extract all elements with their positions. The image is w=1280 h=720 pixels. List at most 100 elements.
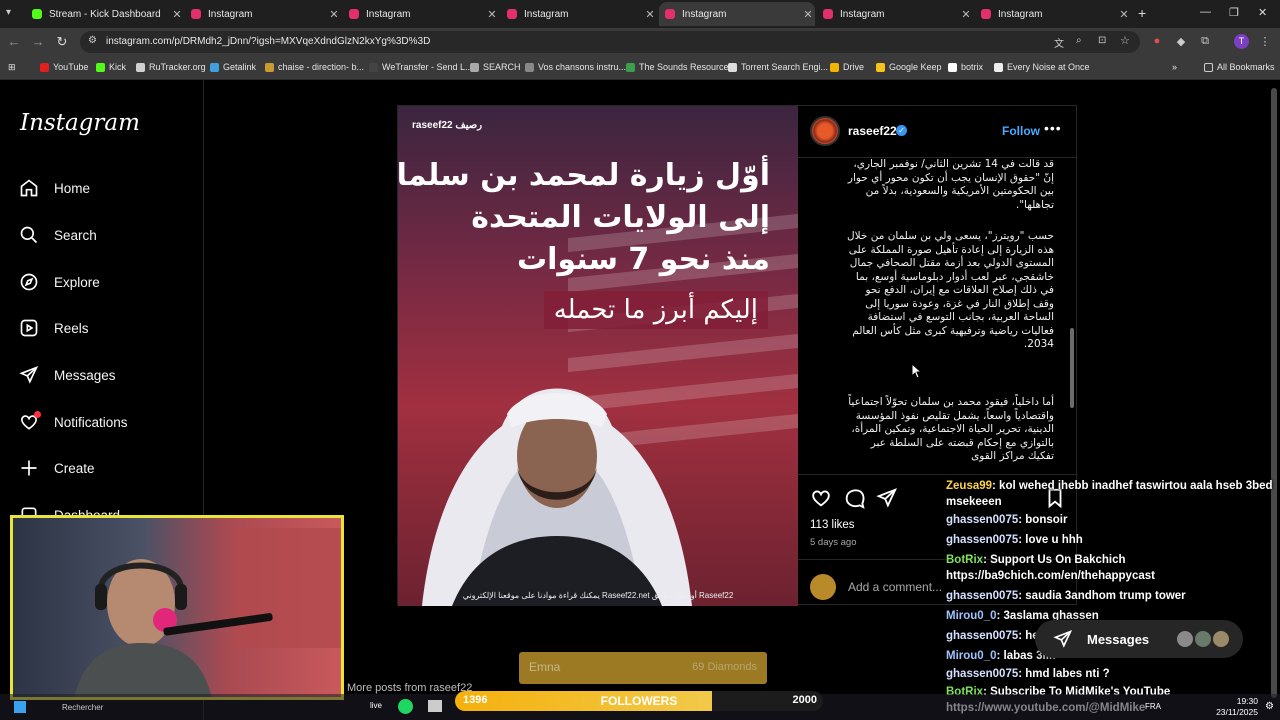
bookmark-chansons[interactable]: Vos chansons instru... xyxy=(525,62,626,72)
browser-menu-icon[interactable]: ⋮ xyxy=(1258,35,1272,48)
bookmark-torrent-search[interactable]: Torrent Search Engi... xyxy=(728,62,828,72)
chat-username[interactable]: ghassen0075 xyxy=(946,630,1018,642)
install-app-icon[interactable]: ⊡ xyxy=(1098,35,1106,46)
more-posts-heading[interactable]: More posts from raseef22 xyxy=(347,682,472,694)
system-clock[interactable]: 19:30 23/11/2025 xyxy=(1216,696,1258,718)
caption-scrollbar-thumb[interactable] xyxy=(1070,328,1074,408)
music-icon xyxy=(525,62,534,72)
new-tab-button[interactable]: + xyxy=(1138,5,1146,21)
chat-username[interactable]: BotRix xyxy=(946,554,983,566)
close-tab-icon[interactable]: ✕ xyxy=(485,8,499,21)
nav-search[interactable]: Search xyxy=(18,222,97,248)
forward-arrow-icon[interactable]: → xyxy=(30,34,46,49)
bookmark-every-noise[interactable]: Every Noise at Once xyxy=(994,62,1090,72)
url-text[interactable]: instagram.com/p/DRMdh2_jDnn/?igsh=MXVqeX… xyxy=(106,36,430,47)
close-tab-icon[interactable]: ✕ xyxy=(801,8,815,21)
nav-reels[interactable]: Reels xyxy=(18,315,89,341)
apps-grid-icon[interactable]: ⊞ xyxy=(8,62,16,73)
bookmark-wetransfer[interactable]: WeTransfer - Send L... xyxy=(369,62,473,72)
nav-explore[interactable]: Explore xyxy=(18,269,100,295)
nav-home[interactable]: Home xyxy=(18,175,90,201)
spotify-icon[interactable] xyxy=(398,699,413,714)
likes-count[interactable]: 113 likes xyxy=(810,519,855,531)
close-tab-icon[interactable]: ✕ xyxy=(1117,8,1131,21)
share-plane-icon[interactable] xyxy=(876,487,898,509)
bookmark-drive[interactable]: Drive xyxy=(830,62,864,72)
chat-username[interactable]: Zeusa99 xyxy=(946,480,992,492)
extension-record-icon[interactable]: ● xyxy=(1150,35,1164,47)
taskbar-app-icon[interactable] xyxy=(428,700,442,712)
tab-instagram-2[interactable]: Instagram ✕ xyxy=(343,2,499,26)
bookmarks-overflow-icon[interactable]: » xyxy=(1172,62,1177,72)
bookmark-chaise[interactable]: chaise - direction- b... xyxy=(265,62,364,72)
author-avatar[interactable] xyxy=(810,116,840,146)
windows-start-icon[interactable] xyxy=(14,701,26,713)
maximize-button[interactable]: ❐ xyxy=(1229,6,1239,19)
tab-instagram-5[interactable]: Instagram ✕ xyxy=(817,2,973,26)
chat-username[interactable]: ghassen0075 xyxy=(946,534,1018,546)
youtube-icon xyxy=(40,62,49,72)
caption-scrollbar[interactable] xyxy=(1068,158,1076,474)
caption-scroll-area[interactable]: قد قالت في 14 تشرين الثاني/ نوفمبر الجار… xyxy=(798,158,1078,474)
chat-username[interactable]: Mirou0_0 xyxy=(946,650,997,662)
zoom-icon[interactable]: ⌕ xyxy=(1076,35,1082,46)
bookmark-rutracker[interactable]: RuTracker.org xyxy=(136,62,206,72)
bookmark-star-icon[interactable]: ☆ xyxy=(1120,34,1130,47)
settings-gear-icon[interactable]: ⚙ xyxy=(1265,701,1274,712)
translate-icon[interactable]: 文 xyxy=(1054,35,1064,50)
chat-username[interactable]: ghassen0075 xyxy=(946,590,1018,602)
bookmark-search[interactable]: SEARCH xyxy=(470,62,521,72)
close-window-button[interactable]: ✕ xyxy=(1258,6,1267,19)
taskbar-search[interactable]: Rechercher xyxy=(62,703,103,712)
close-tab-icon[interactable]: ✕ xyxy=(327,8,341,21)
bookmark-youtube[interactable]: YouTube xyxy=(40,62,88,72)
profile-avatar[interactable]: T xyxy=(1234,34,1249,49)
keep-icon xyxy=(876,62,885,72)
tab-kick-dashboard[interactable]: Stream - Kick Dashboard ✕ xyxy=(26,2,184,26)
all-bookmarks-button[interactable]: All Bookmarks xyxy=(1204,62,1275,72)
tab-instagram-6[interactable]: Instagram ✕ xyxy=(975,2,1131,26)
image-headline-line-3: منذ نحو 7 سنوات xyxy=(516,242,770,277)
bookmark-botrix[interactable]: botrix xyxy=(948,62,983,72)
like-heart-icon[interactable] xyxy=(810,487,832,509)
viewer-avatar xyxy=(810,574,836,600)
tab-search-icon[interactable]: ▾ xyxy=(6,7,11,18)
nav-notifications[interactable]: Notifications xyxy=(18,409,128,435)
bookmark-google-keep[interactable]: Google Keep xyxy=(876,62,942,72)
chaise-icon xyxy=(265,62,274,72)
tab-instagram-3[interactable]: Instagram ✕ xyxy=(501,2,657,26)
bookmark-getalink[interactable]: Getalink xyxy=(210,62,256,72)
bookmark-kick[interactable]: Kick xyxy=(96,62,126,72)
minimize-button[interactable]: — xyxy=(1200,6,1211,18)
post-image[interactable]: raseef22 رصيف أوّل زيارة لمحمد بن سلمان … xyxy=(398,106,798,606)
author-username[interactable]: raseef22 xyxy=(848,124,897,138)
messages-dock[interactable]: Messages xyxy=(1035,620,1243,658)
keyboard-language[interactable]: FRA xyxy=(1145,702,1161,711)
address-bar[interactable]: ⚙ instagram.com/p/DRMdh2_jDnn/?igsh=MXVq… xyxy=(80,31,1140,53)
nav-create[interactable]: Create xyxy=(18,455,95,481)
instagram-logo[interactable]: Instagram xyxy=(20,110,140,136)
chat-username[interactable]: ghassen0075 xyxy=(946,668,1018,680)
reels-icon xyxy=(18,317,40,339)
more-options-icon[interactable]: ••• xyxy=(1044,120,1062,136)
nav-messages[interactable]: Messages xyxy=(18,362,116,388)
close-tab-icon[interactable]: ✕ xyxy=(959,8,973,21)
site-info-icon[interactable]: ⚙ xyxy=(88,35,97,46)
chat-username[interactable]: Mirou0_0 xyxy=(946,610,997,622)
close-tab-icon[interactable]: ✕ xyxy=(170,8,184,21)
chat-username[interactable]: ghassen0075 xyxy=(946,514,1018,526)
post-timestamp: 5 days ago xyxy=(810,537,857,548)
extension-icon[interactable]: ◆ xyxy=(1174,35,1188,48)
reload-icon[interactable]: ↻ xyxy=(54,34,70,50)
comment-bubble-icon[interactable] xyxy=(844,487,866,509)
comment-input[interactable]: Add a comment... xyxy=(848,580,942,594)
bookmark-sounds-resource[interactable]: The Sounds Resource xyxy=(626,62,729,72)
back-arrow-icon[interactable]: ← xyxy=(6,34,22,49)
close-tab-icon[interactable]: ✕ xyxy=(643,8,657,21)
tab-instagram-1[interactable]: Instagram ✕ xyxy=(185,2,341,26)
live-app-icon[interactable]: live xyxy=(370,701,382,710)
instagram-favicon-icon xyxy=(349,9,359,19)
extensions-puzzle-icon[interactable]: ⧉ xyxy=(1198,35,1212,48)
tab-instagram-active[interactable]: Instagram ✕ xyxy=(659,2,815,26)
follow-button[interactable]: Follow xyxy=(1002,124,1040,138)
